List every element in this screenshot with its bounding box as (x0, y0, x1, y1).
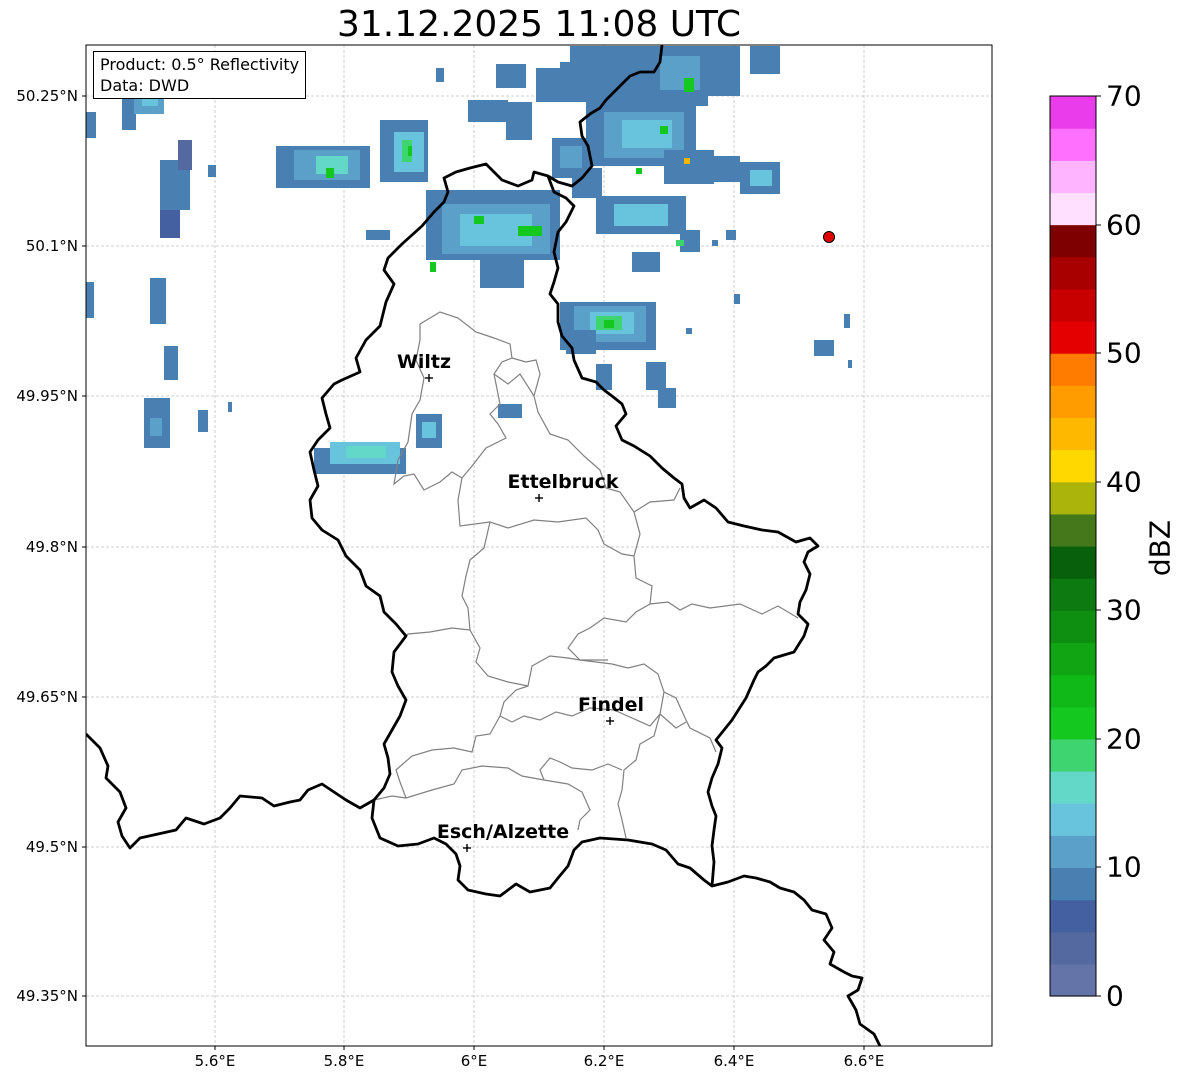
lat-label: 50.25°N (16, 87, 78, 105)
radar-site-marker (823, 231, 835, 243)
colorbar-ticks (1096, 95, 1101, 997)
product-info-box: Product: 0.5° Reflectivity Data: DWD (93, 51, 307, 99)
colorbar-segment (1050, 771, 1096, 804)
colorbar-segment (1050, 288, 1096, 322)
colorbar-segment (1050, 96, 1096, 129)
colorbar-segment (1050, 385, 1096, 419)
colorbar-tick-label: 40 (1106, 465, 1142, 499)
colorbar-segment (1050, 931, 1096, 965)
lon-label: 6°E (460, 1052, 488, 1070)
colorbar-segment (1050, 738, 1096, 772)
colorbar-segment (1050, 546, 1096, 579)
colorbar-segment (1050, 867, 1096, 901)
radar-map (82, 44, 1101, 1050)
colorbar-tick-label: 20 (1106, 722, 1142, 756)
lat-label: 49.5°N (25, 838, 78, 856)
map-title: 31.12.2025 11:08 UTC (336, 4, 742, 45)
colorbar-tick-label: 70 (1106, 79, 1142, 113)
lat-label: 49.95°N (16, 387, 78, 405)
lat-label: 49.65°N (16, 688, 78, 706)
colorbar-segment (1050, 449, 1096, 483)
colorbar-segment (1050, 481, 1096, 515)
colorbar-segment (1050, 321, 1096, 354)
colorbar-segment (1050, 192, 1096, 226)
colorbar-segment (1050, 610, 1096, 644)
lat-label: 50.1°N (25, 237, 78, 255)
lon-label: 5.6°E (194, 1052, 236, 1070)
colorbar-segment (1050, 160, 1096, 194)
lat-label: 49.35°N (16, 987, 78, 1005)
lon-label: 5.8°E (323, 1052, 365, 1070)
colorbar-segment (1050, 128, 1096, 161)
colorbar-segment (1050, 706, 1096, 740)
lon-label: 6.4°E (713, 1052, 755, 1070)
lon-label: 6.6°E (843, 1052, 885, 1070)
colorbar-segment (1050, 803, 1096, 836)
colorbar-tick-label: 0 (1106, 979, 1124, 1013)
colorbar-segment (1050, 256, 1096, 290)
city-label-ettelbruck: Ettelbruck (507, 471, 619, 493)
colorbar-tick-label: 10 (1106, 850, 1142, 884)
colorbar-segment (1050, 353, 1096, 386)
colorbar-segment (1050, 513, 1096, 547)
colorbar (1050, 96, 1096, 997)
colorbar-segment (1050, 642, 1096, 676)
product-label: Product: 0.5° Reflectivity (100, 55, 300, 74)
city-label-wiltz: Wiltz (396, 351, 452, 373)
colorbar-segment (1050, 417, 1096, 451)
colorbar-segment (1050, 899, 1096, 933)
colorbar-segment (1050, 578, 1096, 611)
data-source-label: Data: DWD (100, 76, 190, 95)
lon-label: 6.2°E (583, 1052, 625, 1070)
colorbar-segment (1050, 963, 1096, 997)
colorbar-segment (1050, 224, 1096, 258)
colorbar-tick-label: 30 (1106, 593, 1142, 627)
colorbar-segment (1050, 835, 1096, 869)
city-label-esch: Esch/Alzette (436, 821, 570, 843)
city-label-findel: Findel (577, 694, 645, 716)
colorbar-segment (1050, 674, 1096, 708)
colorbar-unit-label: dBZ (1143, 519, 1177, 577)
colorbar-tick-label: 60 (1106, 208, 1142, 242)
lat-label: 49.8°N (25, 538, 78, 556)
colorbar-tick-label: 50 (1106, 336, 1142, 370)
